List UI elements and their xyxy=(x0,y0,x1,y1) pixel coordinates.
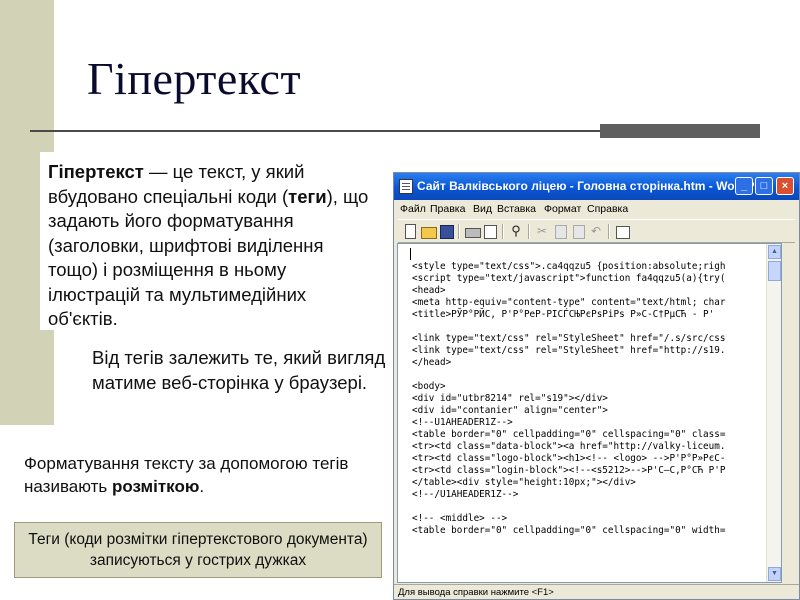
document-editor[interactable]: <style type="text/css">.ca4qqzu5 {positi… xyxy=(397,243,782,583)
term-tags: теги xyxy=(288,185,327,207)
code-area[interactable]: <style type="text/css">.ca4qqzu5 {positi… xyxy=(412,261,725,537)
code-line: <table border="0" cellpadding="0" cellsp… xyxy=(412,525,726,536)
code-line: <table border="0" cellpadding="0" cellsp… xyxy=(412,429,726,440)
definition-text-b: ), що задають його форматування (заголов… xyxy=(48,185,369,330)
open-icon[interactable] xyxy=(420,223,437,239)
markup-end: . xyxy=(199,477,205,496)
menu-help[interactable]: Справка xyxy=(587,203,628,215)
minimize-button[interactable]: _ xyxy=(735,177,753,195)
code-line: <body> xyxy=(412,381,446,392)
tags-effect-paragraph: Від тегів залежить те, який вигляд матим… xyxy=(92,347,386,393)
code-line: <style type="text/css">.ca4qqzu5 {positi… xyxy=(412,261,726,272)
wordpad-window: Сайт Валківського ліцею - Головна сторін… xyxy=(393,172,800,600)
close-button[interactable]: × xyxy=(776,177,794,195)
code-line: <tr><td class="logo-block"><h1><!-- <log… xyxy=(412,453,726,464)
code-line: </head> xyxy=(412,357,452,368)
code-line: <title>РЎР°РЙС, Р'Р°РеР-РІСЃСЊРєРѕРіРѕ Р… xyxy=(412,309,715,320)
code-line: </table><div style="height:10px;"></div> xyxy=(412,477,636,488)
title-divider-accent xyxy=(600,124,760,138)
code-line: <link type="text/css" rel="StyleSheet" h… xyxy=(412,345,726,356)
status-bar: Для вывода справки нажмите <F1> xyxy=(394,584,799,600)
slide-title: Гіпертекст xyxy=(87,53,302,104)
window-titlebar[interactable]: Сайт Валківського ліцею - Головна сторін… xyxy=(394,173,799,200)
code-line: <!--U1AHEADER1Z--> xyxy=(412,417,513,428)
find-icon[interactable]: ⚲ xyxy=(508,223,524,239)
toolbar-separator xyxy=(608,224,610,239)
cut-icon[interactable]: ✂ xyxy=(534,223,550,239)
code-line: <div id="contanier" align="center"> xyxy=(412,405,608,416)
toolbar-separator xyxy=(528,224,530,239)
print-preview-icon[interactable] xyxy=(482,223,498,239)
copy-icon[interactable] xyxy=(552,223,568,239)
date-time-icon[interactable] xyxy=(614,223,630,239)
code-line: <!--/U1AHEADER1Z--> xyxy=(412,489,519,500)
toolbar: ⚲ ✂ ↶ xyxy=(398,219,795,243)
scroll-down-icon[interactable]: ▼ xyxy=(768,567,781,581)
undo-icon[interactable]: ↶ xyxy=(588,223,604,239)
toolbar-separator xyxy=(502,224,504,239)
maximize-button[interactable]: □ xyxy=(755,177,773,195)
new-icon[interactable] xyxy=(402,223,418,239)
menu-edit[interactable]: Правка xyxy=(430,203,465,215)
save-icon[interactable] xyxy=(438,223,454,239)
tags-note-box: Теги (коди розмітки гіпертекстового доку… xyxy=(14,522,382,578)
code-line: <script type="text/javascript">function … xyxy=(412,273,726,284)
term-hypertext: Гіпертекст xyxy=(48,161,144,182)
term-markup: розміткою xyxy=(111,477,200,496)
scroll-thumb[interactable] xyxy=(768,261,781,281)
scroll-up-icon[interactable]: ▲ xyxy=(768,245,781,259)
toolbar-separator xyxy=(458,224,460,239)
menu-format[interactable]: Формат xyxy=(544,203,581,215)
code-line: <!-- <middle> --> xyxy=(412,513,508,524)
vertical-scrollbar[interactable]: ▲ ▼ xyxy=(766,244,781,582)
code-line: <div id="utbr8214" rel="s19"></div> xyxy=(412,393,608,404)
code-line: <tr><td class="data-block"><a href="http… xyxy=(412,441,726,452)
definition-paragraph: Гіпертекст — це текст, у який вбудовано … xyxy=(40,152,375,330)
code-line: <meta http-equiv="content-type" content=… xyxy=(412,297,726,308)
code-line: <link type="text/css" rel="StyleSheet" h… xyxy=(412,333,726,344)
code-line: <head> xyxy=(412,285,446,296)
menu-insert[interactable]: Вставка xyxy=(497,203,536,215)
print-icon[interactable] xyxy=(464,223,481,239)
wordpad-app-icon[interactable] xyxy=(399,179,413,194)
paste-icon[interactable] xyxy=(570,223,586,239)
window-title: Сайт Валківського ліцею - Головна сторін… xyxy=(417,179,769,193)
text-caret xyxy=(410,248,411,260)
menu-view[interactable]: Вид xyxy=(473,203,492,215)
code-line: <tr><td class="login-block"><!--<s5212>-… xyxy=(412,465,726,476)
menu-file[interactable]: Файл xyxy=(400,203,426,215)
menu-bar: Файл Правка Вид Вставка Формат Справка xyxy=(394,200,799,219)
markup-paragraph: Форматування тексту за допомогою тегів н… xyxy=(24,452,384,498)
